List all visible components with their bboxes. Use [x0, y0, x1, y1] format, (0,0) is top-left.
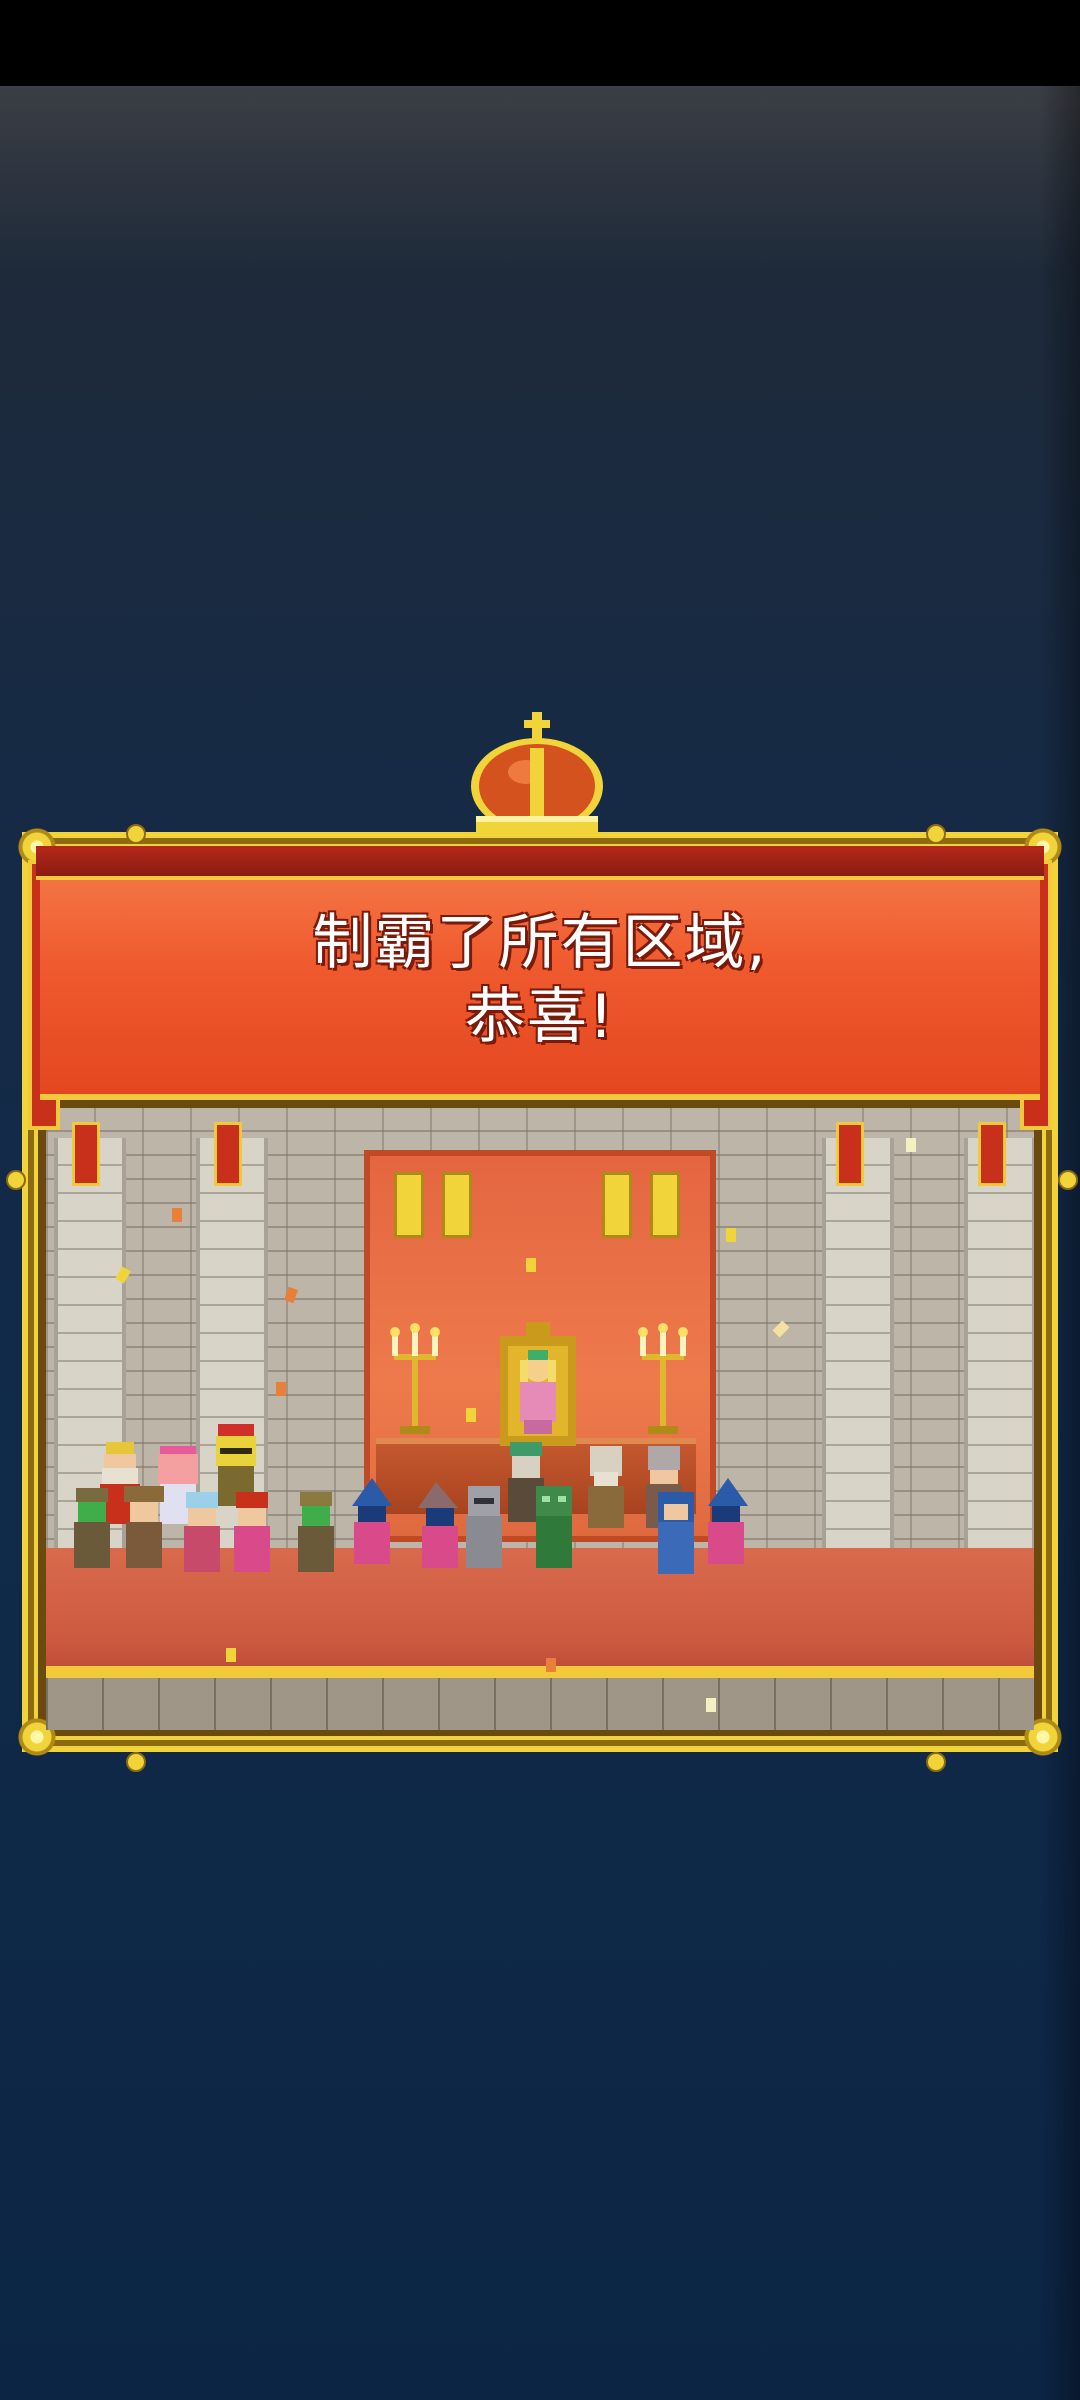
- throne-icon: [500, 1322, 576, 1446]
- wall-banner: [978, 1122, 1006, 1186]
- candelabra-icon: [390, 1323, 440, 1434]
- character-sprite: [536, 1486, 572, 1568]
- stone-floor: [46, 1678, 1034, 1730]
- character-sprite: [234, 1492, 270, 1572]
- confetti: [546, 1658, 556, 1672]
- status-bar: [0, 0, 1080, 86]
- frame-stud: [6, 1170, 26, 1190]
- character-sprite: [708, 1478, 748, 1564]
- frame-stud: [126, 824, 146, 844]
- floor-trim: [46, 1666, 1034, 1678]
- character-sprite: [298, 1492, 334, 1572]
- character-sprite: [124, 1486, 164, 1568]
- throne-room-scene: [46, 1108, 1034, 1730]
- wall-banner: [214, 1122, 242, 1186]
- confetti: [276, 1382, 286, 1396]
- character-sprite: [658, 1492, 694, 1574]
- frame-stud: [126, 1752, 146, 1772]
- banner-rod: [36, 846, 1044, 880]
- wall-banner: [72, 1122, 100, 1186]
- character-sprite: [588, 1446, 624, 1528]
- confetti: [906, 1138, 916, 1152]
- candelabra-icon: [638, 1323, 688, 1434]
- gold-banner: [394, 1172, 424, 1238]
- frame-stud: [926, 1752, 946, 1772]
- wall-banner: [836, 1122, 864, 1186]
- stone-pillar: [822, 1138, 894, 1558]
- gold-banner: [602, 1172, 632, 1238]
- gold-banner: [650, 1172, 680, 1238]
- confetti: [226, 1648, 236, 1662]
- crown-icon: [471, 712, 603, 834]
- character-sprite: [352, 1478, 392, 1564]
- victory-message-line2: 恭喜!: [464, 982, 616, 1052]
- character-sprite: [184, 1492, 220, 1572]
- confetti: [726, 1228, 736, 1242]
- confetti: [706, 1698, 716, 1712]
- frame-stud: [1058, 1170, 1078, 1190]
- gold-banner: [442, 1172, 472, 1238]
- victory-message-line1: 制霸了所有区域,: [312, 908, 768, 978]
- stone-pillar: [964, 1138, 1034, 1558]
- victory-message: 制霸了所有区域, 恭喜!: [40, 906, 1040, 1054]
- screen: 制霸了所有区域, 恭喜!: [0, 0, 1080, 2400]
- frame-stud: [926, 824, 946, 844]
- confetti: [172, 1208, 182, 1222]
- confetti: [526, 1258, 536, 1272]
- character-sprite: [74, 1488, 110, 1568]
- confetti: [466, 1408, 476, 1422]
